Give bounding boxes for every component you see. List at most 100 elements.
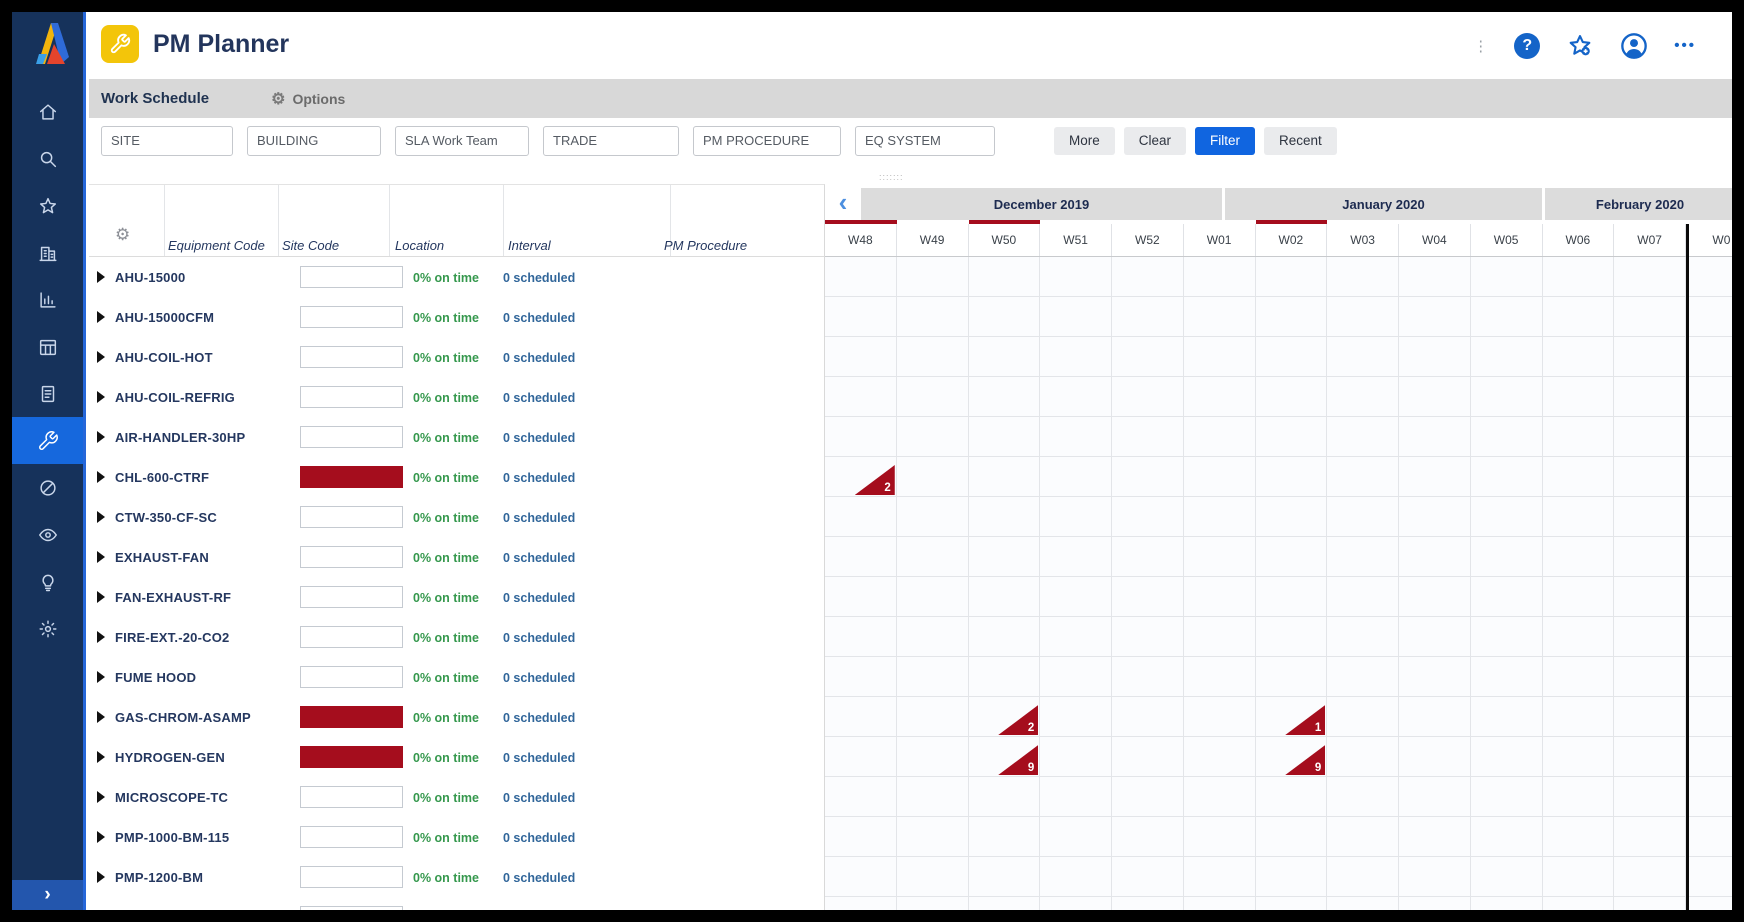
pm-planner-icon — [37, 430, 59, 452]
expand-arrow-icon[interactable] — [97, 671, 105, 683]
grid-line — [968, 257, 969, 910]
sidebar-item-favorites[interactable] — [12, 182, 83, 229]
expand-arrow-icon[interactable] — [97, 551, 105, 563]
equipment-code[interactable]: AHU-COIL-HOT — [115, 350, 213, 365]
schedule-marker-w50[interactable]: 9 — [998, 745, 1038, 775]
expand-arrow-icon[interactable] — [97, 351, 105, 363]
schedule-marker-w48[interactable]: 2 — [855, 465, 895, 495]
clear-button[interactable]: Clear — [1124, 127, 1186, 155]
tab-work-schedule[interactable]: Work Schedule — [101, 90, 209, 107]
expand-arrow-icon[interactable] — [97, 271, 105, 283]
recent-button[interactable]: Recent — [1264, 127, 1337, 155]
expand-arrow-icon[interactable] — [97, 871, 105, 883]
help-button[interactable]: ? — [1514, 33, 1540, 59]
equipment-code[interactable]: AHU-COIL-REFRIG — [115, 390, 235, 405]
sidebar-item-documents[interactable] — [12, 370, 83, 417]
column-divider — [164, 185, 165, 256]
on-time-label: 0% on time — [413, 751, 479, 765]
equipment-code[interactable]: HYDROGEN-GEN — [115, 750, 225, 765]
equipment-code[interactable]: AIR-HANDLER-30HP — [115, 430, 245, 445]
sidebar-item-ideas[interactable] — [12, 558, 83, 605]
more-options-icon[interactable]: ••• — [1674, 37, 1696, 54]
sidebar-item-insights[interactable] — [12, 511, 83, 558]
expand-arrow-icon[interactable] — [97, 591, 105, 603]
user-avatar-icon[interactable] — [1620, 32, 1648, 60]
sidebar-item-planboard[interactable] — [12, 323, 83, 370]
brand-logo-icon[interactable] — [25, 18, 73, 70]
expand-arrow-icon[interactable] — [97, 711, 105, 723]
more-button[interactable]: More — [1054, 127, 1115, 155]
sidebar-item-settings[interactable] — [12, 605, 83, 652]
grid-line — [825, 776, 1732, 777]
expand-arrow-icon[interactable] — [97, 431, 105, 443]
equipment-code[interactable]: GAS-CHROM-ASAMP — [115, 710, 251, 725]
sidebar-item-home[interactable] — [12, 88, 83, 135]
on-time-label: 0% on time — [413, 431, 479, 445]
timeline-back-button[interactable]: ‹ — [825, 188, 861, 220]
filter-input-pm-procedure[interactable] — [693, 126, 841, 156]
schedule-marker-w50[interactable]: 2 — [998, 705, 1038, 735]
filter-input-eq-system[interactable] — [855, 126, 995, 156]
on-time-progress-bar — [300, 546, 403, 568]
on-time-progress-bar — [300, 706, 403, 728]
equipment-code[interactable]: AHU-15000CFM — [115, 310, 214, 325]
sidebar-item-search[interactable] — [12, 135, 83, 182]
equipment-code[interactable]: FIRE-EXT.-20-CO2 — [115, 630, 229, 645]
sidebar-expand-button[interactable]: › — [12, 880, 83, 910]
gear-icon: ⚙ — [271, 89, 285, 109]
grid-settings-gear-icon[interactable]: ⚙ — [115, 225, 130, 245]
equipment-row: EXHAUST-FAN0% on time0 scheduled — [89, 537, 824, 577]
expand-arrow-icon[interactable] — [97, 311, 105, 323]
equipment-code[interactable]: FUME HOOD — [115, 670, 196, 685]
kebab-menu-icon[interactable]: ⋮ — [1473, 37, 1488, 55]
sidebar-item-explore[interactable] — [12, 464, 83, 511]
favorite-star-icon[interactable] — [1566, 32, 1594, 60]
options-button[interactable]: ⚙ Options — [271, 89, 345, 109]
equipment-code[interactable]: EXHAUST-FAN — [115, 550, 209, 565]
on-time-progress-bar — [300, 626, 403, 648]
sidebar-item-buildings[interactable] — [12, 229, 83, 276]
sidebar-item-reports[interactable] — [12, 276, 83, 323]
scheduled-label: 0 scheduled — [503, 751, 575, 765]
equipment-row: AIR-HANDLER-30HP0% on time0 scheduled — [89, 417, 824, 457]
filter-button[interactable]: Filter — [1195, 127, 1255, 155]
splitter-grip-icon[interactable]: ::::::: — [879, 172, 904, 182]
sidebar-item-pm-planner[interactable] — [12, 417, 83, 464]
grid-line — [1542, 257, 1543, 910]
tab-bar: Work Schedule ⚙ Options — [89, 79, 1732, 118]
expand-arrow-icon[interactable] — [97, 791, 105, 803]
column-header-equipment-code: Equipment Code — [168, 238, 265, 253]
equipment-code[interactable]: PMP-1200-BM — [115, 870, 203, 885]
expand-arrow-icon[interactable] — [97, 391, 105, 403]
equipment-code[interactable]: PMP-1000-BM-115 — [115, 830, 229, 845]
reports-icon — [37, 289, 59, 311]
scheduled-label: 0 scheduled — [503, 311, 575, 325]
on-time-progress-bar — [300, 586, 403, 608]
equipment-code[interactable]: AHU-15000 — [115, 270, 185, 285]
column-divider — [389, 185, 390, 256]
expand-arrow-icon[interactable] — [97, 471, 105, 483]
filter-input-site[interactable] — [101, 126, 233, 156]
filter-input-trade[interactable] — [543, 126, 679, 156]
expand-arrow-icon[interactable] — [97, 831, 105, 843]
expand-arrow-icon[interactable] — [97, 511, 105, 523]
equipment-code[interactable]: MICROSCOPE-TC — [115, 790, 228, 805]
search-icon — [37, 148, 59, 170]
schedule-marker-w02[interactable]: 9 — [1285, 745, 1325, 775]
timeline-header: ‹ December 2019January 2020February 2020… — [825, 184, 1732, 257]
expand-arrow-icon[interactable] — [97, 631, 105, 643]
grid-line — [825, 536, 1732, 537]
column-divider — [503, 185, 504, 256]
equipment-row: AHU-COIL-REFRIG0% on time0 scheduled — [89, 377, 824, 417]
expand-arrow-icon[interactable] — [97, 751, 105, 763]
grid-line — [1255, 257, 1256, 910]
filter-input-sla-work-team[interactable] — [395, 126, 529, 156]
scheduled-label: 0 scheduled — [503, 591, 575, 605]
equipment-code[interactable]: CTW-350-CF-SC — [115, 510, 217, 525]
on-time-label: 0% on time — [413, 831, 479, 845]
wrench-icon — [109, 33, 131, 55]
equipment-code[interactable]: CHL-600-CTRF — [115, 470, 209, 485]
schedule-marker-w02[interactable]: 1 — [1285, 705, 1325, 735]
filter-input-building[interactable] — [247, 126, 381, 156]
equipment-code[interactable]: FAN-EXHAUST-RF — [115, 590, 231, 605]
